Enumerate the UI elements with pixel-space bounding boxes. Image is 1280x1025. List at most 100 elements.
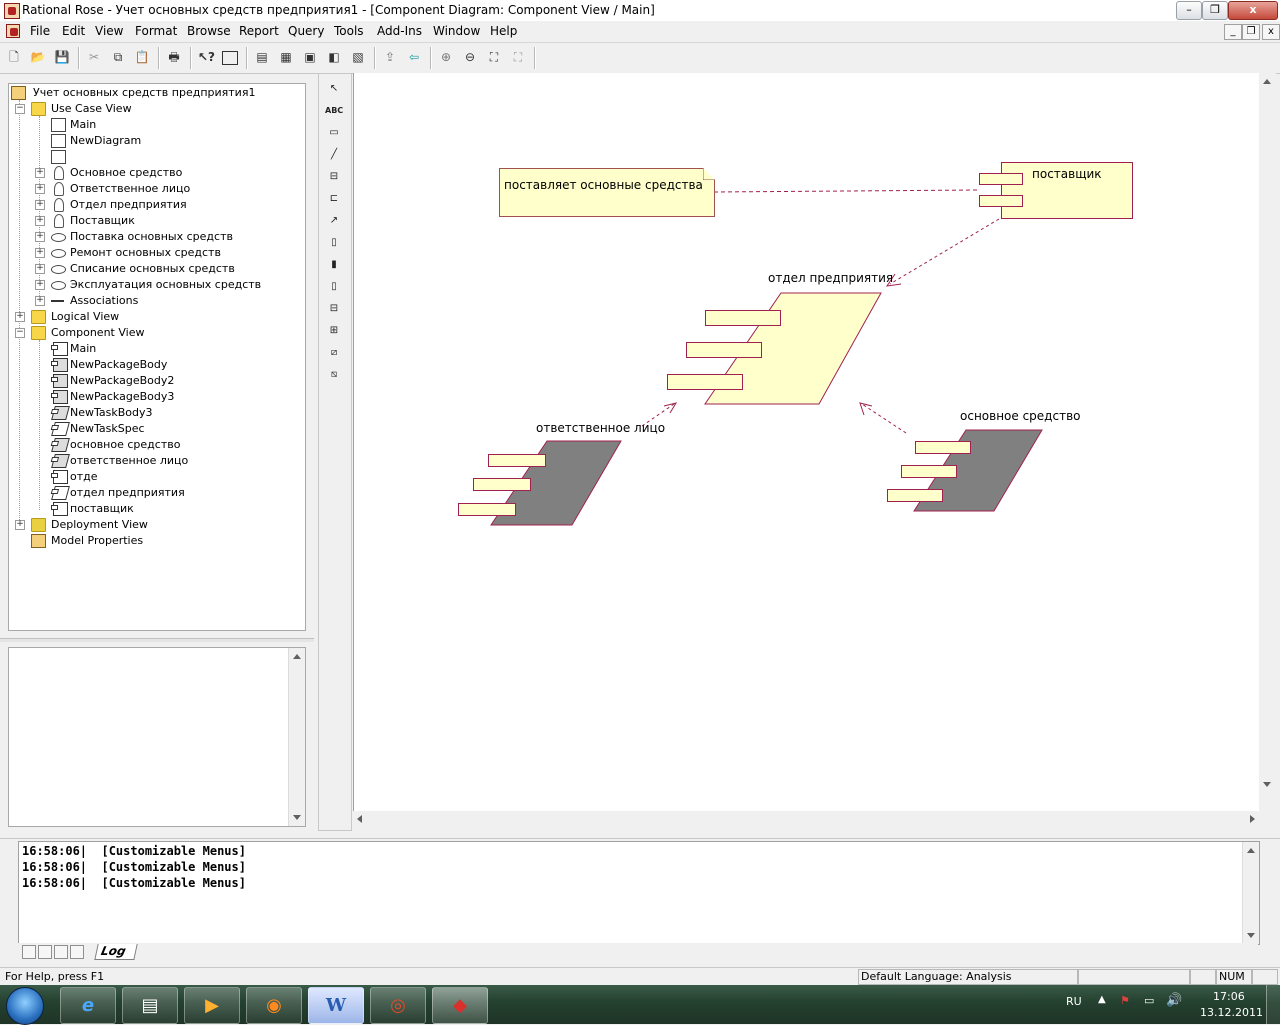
show-hidden-icons-icon[interactable]: ▲ — [1098, 994, 1106, 1005]
browser-splitter[interactable] — [0, 638, 314, 642]
media-player-icon[interactable]: ▶ — [184, 987, 240, 1024]
language-indicator[interactable]: RU — [1066, 995, 1082, 1008]
subprogram-spec-tool-icon[interactable]: ▯ — [325, 234, 343, 252]
clock-time[interactable]: 17:06 — [1213, 990, 1245, 1003]
last-tab-icon[interactable] — [70, 945, 84, 959]
supplier-component[interactable]: поставщик — [1001, 162, 1133, 219]
document-icon[interactable] — [6, 24, 20, 38]
mdi-close-button[interactable]: x — [1262, 24, 1280, 40]
menu-help[interactable]: Help — [490, 24, 517, 38]
previous-tab-icon[interactable] — [38, 945, 52, 959]
diagram-vertical-scrollbar[interactable] — [1259, 73, 1276, 811]
doc-scrollbar[interactable] — [288, 648, 305, 826]
diagram-note[interactable]: поставляет основные средства — [499, 168, 715, 217]
menu-window[interactable]: Window — [433, 24, 480, 38]
context-help-icon[interactable]: ↖? — [198, 49, 215, 65]
browse-class-icon[interactable]: ▤ — [254, 49, 270, 65]
scroll-up-icon[interactable] — [1263, 79, 1271, 84]
asset-label[interactable]: основное средство — [960, 409, 1080, 423]
show-desktop-button[interactable] — [1266, 985, 1280, 1024]
component-diagram-canvas[interactable]: поставляет основные средства поставщик о… — [353, 73, 1260, 811]
close-button[interactable]: x — [1228, 1, 1278, 20]
internet-explorer-icon[interactable]: e — [60, 987, 116, 1024]
scroll-down-icon[interactable] — [293, 815, 301, 820]
action-center-icon[interactable]: ⚑ — [1120, 994, 1130, 1007]
expand-icon[interactable]: + — [35, 216, 45, 226]
menu-file[interactable]: File — [30, 24, 50, 38]
fit-window-icon[interactable]: ⛶ — [486, 49, 502, 65]
documentation-pane[interactable] — [8, 647, 306, 827]
menu-query[interactable]: Query — [288, 24, 324, 38]
volume-icon[interactable]: 🔊 — [1166, 993, 1182, 1008]
expand-icon[interactable]: + — [35, 168, 45, 178]
chrome-icon[interactable]: ◎ — [370, 987, 426, 1024]
browse-interaction-icon[interactable]: ▦ — [278, 49, 294, 65]
department-label[interactable]: отдел предприятия — [768, 271, 893, 285]
browse-component-icon[interactable]: ▣ — [302, 49, 318, 65]
menu-browse[interactable]: Browse — [187, 24, 231, 38]
mdi-minimize-button[interactable]: _ — [1224, 24, 1242, 40]
subprogram-body-tool-icon[interactable]: ▮ — [325, 256, 343, 274]
package-spec-tool-icon[interactable]: ⊟ — [325, 300, 343, 318]
new-icon[interactable]: 🗋 — [6, 49, 22, 65]
log-tab[interactable]: Log — [94, 944, 139, 960]
expand-icon[interactable]: + — [35, 296, 45, 306]
clock-date[interactable]: 13.12.2011 — [1200, 1006, 1263, 1019]
view-doc-icon[interactable] — [222, 51, 238, 65]
scroll-up-icon[interactable] — [1247, 848, 1255, 853]
menu-format[interactable]: Format — [135, 24, 177, 38]
start-button[interactable] — [6, 987, 44, 1025]
model-browser[interactable]: Учет основных средств предприятия1 − Use… — [8, 83, 306, 631]
menu-view[interactable]: View — [95, 24, 123, 38]
note-tool-icon[interactable]: ▭ — [325, 124, 343, 142]
main-program-tool-icon[interactable]: ▯ — [325, 278, 343, 296]
log-scrollbar[interactable] — [1242, 842, 1259, 944]
collapse-icon[interactable]: − — [15, 328, 25, 338]
scroll-left-icon[interactable] — [357, 815, 362, 823]
print-icon[interactable]: 🖶 — [166, 49, 182, 65]
menu-report[interactable]: Report — [239, 24, 279, 38]
browse-previous-icon[interactable]: ⇦ — [406, 49, 422, 65]
expand-icon[interactable]: + — [35, 184, 45, 194]
anchor-note-tool-icon[interactable]: ╱ — [325, 146, 343, 164]
package-tool-icon[interactable]: ⊏ — [325, 190, 343, 208]
menu-tools[interactable]: Tools — [334, 24, 364, 38]
open-icon[interactable]: 📂 — [30, 49, 46, 65]
text-box-tool-icon[interactable]: ABC — [325, 102, 343, 120]
copy-icon[interactable]: ⧉ — [110, 49, 126, 65]
scroll-down-icon[interactable] — [1247, 933, 1255, 938]
rational-rose-app-icon[interactable] — [4, 3, 20, 19]
undo-fit-icon[interactable]: ⛶ — [510, 49, 526, 65]
browse-spec-icon[interactable]: ▧ — [350, 49, 366, 65]
task-body-tool-icon[interactable]: ⧅ — [325, 366, 343, 384]
expand-icon[interactable]: + — [35, 264, 45, 274]
zoom-out-icon[interactable]: ⊖ — [462, 49, 478, 65]
expand-icon[interactable]: + — [35, 232, 45, 242]
save-icon[interactable]: 💾 — [54, 49, 70, 65]
mdi-restore-button[interactable]: ❐ — [1242, 24, 1260, 40]
expand-icon[interactable]: + — [35, 280, 45, 290]
browse-parent-icon[interactable]: ⇪ — [382, 49, 398, 65]
expand-icon[interactable]: + — [15, 520, 25, 530]
note-anchor-line[interactable] — [713, 189, 979, 193]
responsible-label[interactable]: ответственное лицо — [536, 421, 665, 435]
network-icon[interactable]: ▭ — [1144, 994, 1154, 1007]
minimize-button[interactable]: – — [1176, 1, 1202, 20]
menu-add-ins[interactable]: Add-Ins — [377, 24, 422, 38]
expand-icon[interactable]: + — [35, 248, 45, 258]
scroll-up-icon[interactable] — [293, 654, 301, 659]
selection-tool-icon[interactable]: ↖ — [325, 80, 343, 98]
maximize-button[interactable]: ❐ — [1202, 1, 1228, 20]
file-explorer-icon[interactable]: ▤ — [122, 987, 178, 1024]
expand-icon[interactable]: + — [35, 200, 45, 210]
word-icon[interactable]: W — [308, 987, 364, 1024]
cut-icon[interactable]: ✂ — [86, 49, 102, 65]
scroll-down-icon[interactable] — [1263, 782, 1271, 787]
component-tool-icon[interactable]: ⊟ — [325, 168, 343, 186]
paste-icon[interactable]: 📋 — [134, 49, 150, 65]
dependency-tool-icon[interactable]: ↗ — [325, 212, 343, 230]
collapse-icon[interactable]: − — [15, 104, 25, 114]
firefox-icon[interactable]: ◉ — [246, 987, 302, 1024]
dependency-supplier-department[interactable] — [889, 218, 1000, 285]
zoom-in-icon[interactable]: ⊕ — [438, 49, 454, 65]
